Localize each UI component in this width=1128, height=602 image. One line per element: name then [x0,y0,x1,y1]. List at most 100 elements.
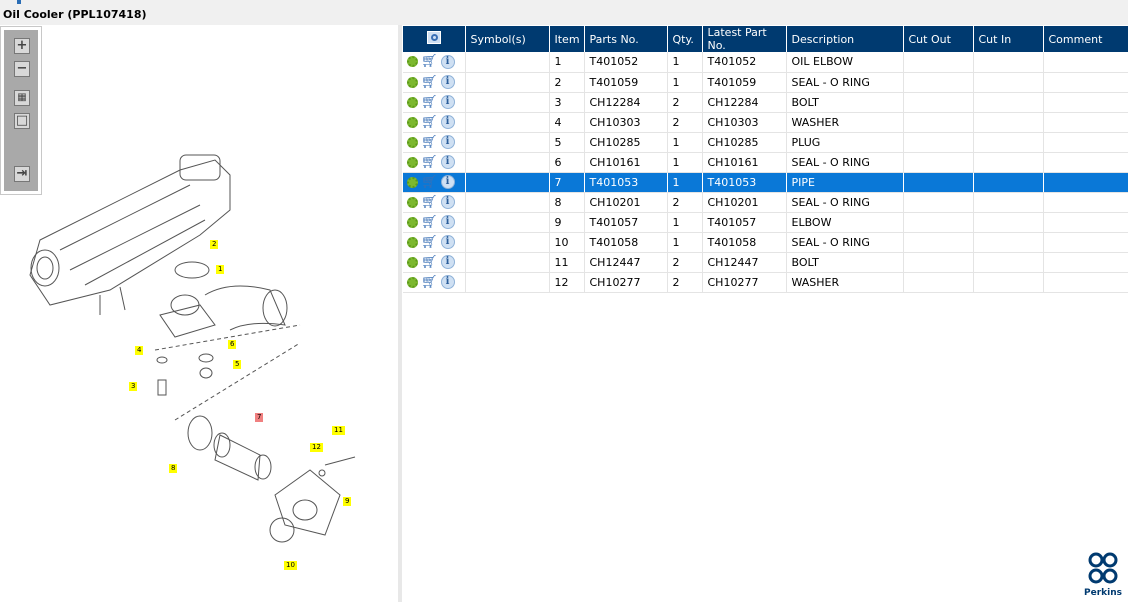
info-icon[interactable]: i [440,75,455,89]
callout-7[interactable]: 7 [255,413,264,422]
table-row[interactable]: 🛒︎ i 5 CH10285 1 CH10285 PLUG [403,132,1128,153]
callout-9[interactable]: 9 [343,497,352,506]
cart-icon[interactable]: 🛒︎ [421,216,438,229]
gear-icon[interactable] [407,236,418,248]
search-parts-header[interactable] [403,26,466,52]
description-cell: PLUG [786,132,904,153]
info-icon[interactable]: i [440,195,455,209]
gear-icon[interactable] [407,216,418,228]
cart-icon[interactable]: 🛒︎ [421,196,438,209]
cart-icon[interactable]: 🛒︎ [421,236,438,249]
item-cell: 12 [549,272,585,293]
column-header[interactable]: Cut In [973,26,1044,52]
gear-icon[interactable] [407,196,418,208]
symbol-cell [465,152,550,173]
symbol-cell [465,172,550,193]
table-row[interactable]: 🛒︎ i 9 T401057 1 T401057 ELBOW [403,212,1128,233]
item-cell: 10 [549,232,585,253]
table-row[interactable]: 🛒︎ i 1 T401052 1 T401052 OIL ELBOW [403,52,1128,73]
column-header[interactable]: Cut Out [903,26,974,52]
table-row[interactable]: 🛒︎ i 2 T401059 1 T401059 SEAL - O RING [403,72,1128,93]
info-icon[interactable]: i [440,115,455,129]
gear-icon[interactable] [407,96,418,108]
info-icon[interactable]: i [440,95,455,109]
column-header[interactable]: Comment [1043,26,1128,52]
gear-icon[interactable] [407,76,418,88]
qty-cell: 1 [667,152,703,173]
column-header[interactable]: Symbol(s) [465,26,550,52]
export-button[interactable]: ⇥ [14,166,30,182]
gear-icon[interactable] [407,156,418,168]
gear-icon[interactable] [407,276,418,288]
comment-cell [1043,272,1128,293]
magnifier-icon[interactable] [426,31,441,44]
fit-view-button[interactable]: ▦ [14,90,30,106]
cut-in-cell [973,92,1044,113]
cut-out-cell [903,72,974,93]
cut-in-cell [973,212,1044,233]
gear-icon[interactable] [407,136,418,148]
column-header[interactable]: Latest Part No. [702,26,787,52]
qty-cell: 1 [667,212,703,233]
cart-icon[interactable]: 🛒︎ [421,116,438,129]
cart-icon[interactable]: 🛒︎ [421,55,438,68]
callout-8[interactable]: 8 [169,464,178,473]
column-header[interactable]: Parts No. [584,26,668,52]
gear-icon[interactable] [407,116,418,128]
info-icon[interactable]: i [440,54,455,69]
column-header[interactable]: Description [786,26,904,52]
cart-icon[interactable]: 🛒︎ [421,76,438,89]
table-row[interactable]: 🛒︎ i 4 CH10303 2 CH10303 WASHER [403,112,1128,133]
part-number-cell: CH10285 [584,132,668,153]
gear-icon[interactable] [407,176,418,188]
item-cell: 1 [549,52,585,73]
callout-6[interactable]: 6 [228,340,237,349]
part-number-cell: CH10303 [584,112,668,133]
cart-icon[interactable]: 🛒︎ [421,96,438,109]
cart-icon[interactable]: 🛒︎ [421,136,438,149]
table-row[interactable]: 🛒︎ i 8 CH10201 2 CH10201 SEAL - O RING [403,192,1128,213]
info-icon[interactable]: i [440,215,455,229]
info-icon[interactable]: i [440,275,455,289]
callout-1[interactable]: 1 [216,265,225,274]
table-row[interactable]: 🛒︎ i 6 CH10161 1 CH10161 SEAL - O RING [403,152,1128,173]
callout-10[interactable]: 10 [284,561,297,570]
gear-icon[interactable] [407,56,418,68]
zoom-out-button[interactable]: − [14,61,30,77]
table-row[interactable]: 🛒︎ i 10 T401058 1 T401058 SEAL - O RING [403,232,1128,253]
info-icon[interactable]: i [440,135,455,149]
cart-icon[interactable]: 🛒︎ [421,176,438,189]
cart-icon[interactable]: 🛒︎ [421,156,438,169]
table-row[interactable]: 🛒︎ i 12 CH10277 2 CH10277 WASHER [403,272,1128,293]
callout-3[interactable]: 3 [129,382,138,391]
oil-cooler-body [29,154,231,315]
qty-cell: 1 [667,232,703,253]
info-icon[interactable]: i [440,255,455,269]
column-header[interactable]: Qty. [667,26,703,52]
symbol-cell [465,52,550,73]
info-icon[interactable]: i [440,155,455,169]
callout-2[interactable]: 2 [210,240,219,249]
callout-5[interactable]: 5 [233,360,242,369]
table-row[interactable]: 🛒︎ i 11 CH12447 2 CH12447 BOLT [403,252,1128,273]
comment-cell [1043,72,1128,93]
description-cell: BOLT [786,92,904,113]
callout-12[interactable]: 12 [310,443,323,452]
zoom-in-button[interactable]: + [14,38,30,54]
table-row[interactable]: 🛒︎ i 7 T401053 1 T401053 PIPE [403,172,1128,193]
cart-icon[interactable]: 🛒︎ [421,276,438,289]
cart-icon[interactable]: 🛒︎ [421,256,438,269]
symbol-cell [465,92,550,113]
frame-button[interactable]: □ [14,113,30,129]
parts-list-pane: Symbol(s) Item Parts No. Qty. Latest Part No… [402,25,1128,602]
callout-4[interactable]: 4 [135,346,144,355]
info-icon[interactable]: i [440,235,455,249]
callout-11[interactable]: 11 [332,426,345,435]
symbol-cell [465,72,550,93]
column-header[interactable]: Item [549,26,585,52]
table-row[interactable]: 🛒︎ i 3 CH12284 2 CH12284 BOLT [403,92,1128,113]
symbol-cell [465,192,550,213]
gear-icon[interactable] [407,256,418,268]
exploded-diagram[interactable] [0,25,398,602]
info-icon[interactable]: i [440,175,455,189]
